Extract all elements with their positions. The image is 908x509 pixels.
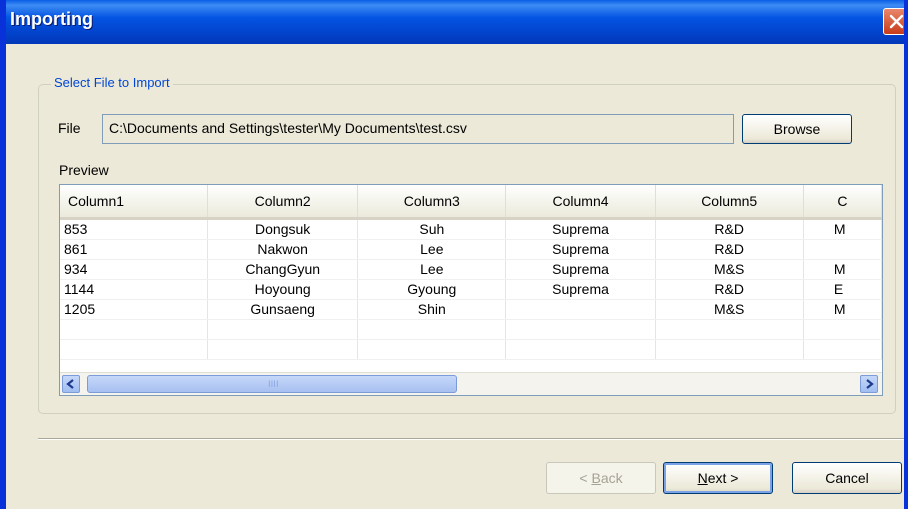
- window-title: Importing: [10, 9, 93, 29]
- table-cell: [505, 299, 656, 320]
- preview-table: Column1 Column2 Column3 Column4 Column5 C 853…: [60, 185, 882, 360]
- table-cell: [60, 319, 209, 340]
- table-cell: E: [803, 279, 882, 300]
- table-cell: M&S: [655, 299, 804, 320]
- table-cell: M: [803, 299, 882, 320]
- next-accel: N: [697, 470, 708, 486]
- table-cell: Suprema: [505, 218, 656, 240]
- table-row[interactable]: [60, 339, 882, 360]
- next-rest: ext >: [707, 470, 739, 486]
- column-header[interactable]: Column1: [60, 185, 209, 220]
- table-cell: Gunsaeng: [207, 299, 359, 320]
- table-cell: [803, 239, 882, 260]
- table-cell: [655, 319, 804, 340]
- table-cell: Suprema: [505, 239, 656, 260]
- column-header[interactable]: C: [803, 185, 882, 220]
- table-cell: Nakwon: [207, 239, 359, 260]
- table-cell: [505, 339, 656, 360]
- table-cell: 934: [60, 259, 209, 280]
- file-path-field[interactable]: C:\Documents and Settings\tester\My Docu…: [102, 114, 734, 144]
- table-cell: [357, 319, 507, 340]
- table-cell: [207, 319, 359, 340]
- back-button[interactable]: < Back: [546, 462, 656, 494]
- table-cell: Suprema: [505, 279, 656, 300]
- cancel-button[interactable]: Cancel: [792, 462, 902, 494]
- next-button[interactable]: Next >: [663, 462, 773, 494]
- column-header[interactable]: Column2: [207, 185, 359, 220]
- back-prefix: <: [579, 470, 592, 486]
- table-cell: Gyoung: [357, 279, 507, 300]
- table-cell: Lee: [357, 259, 507, 280]
- table-cell: 1144: [60, 279, 209, 300]
- table-cell: 861: [60, 239, 209, 260]
- file-label: File: [58, 120, 81, 136]
- table-row[interactable]: 934 ChangGyun Lee Suprema M&S M: [60, 259, 882, 280]
- preview-grid[interactable]: Column1 Column2 Column3 Column4 Column5 C 853…: [59, 184, 883, 396]
- table-cell: 853: [60, 218, 209, 240]
- table-cell: [207, 339, 359, 360]
- table-cell: [803, 319, 882, 340]
- table-cell: R&D: [655, 279, 804, 300]
- table-cell: 1205: [60, 299, 209, 320]
- close-icon: [889, 14, 904, 29]
- table-cell: R&D: [655, 218, 804, 240]
- separator: [38, 438, 904, 440]
- table-cell: Shin: [357, 299, 507, 320]
- grip-icon: IIII: [268, 380, 279, 390]
- table-row[interactable]: 853 Dongsuk Suh Suprema R&D M: [60, 218, 882, 240]
- table-cell: [357, 339, 507, 360]
- table-cell: M: [803, 218, 882, 240]
- table-cell: Hoyoung: [207, 279, 359, 300]
- table-row[interactable]: 1205 Gunsaeng Shin M&S M: [60, 299, 882, 320]
- table-row[interactable]: 861 Nakwon Lee Suprema R&D: [60, 239, 882, 260]
- group-label: Select File to Import: [51, 75, 173, 90]
- horizontal-scrollbar[interactable]: IIII: [60, 372, 882, 395]
- arrow-left-icon: [66, 379, 74, 389]
- table-cell: [60, 339, 209, 360]
- table-cell: Suh: [357, 218, 507, 240]
- table-cell: Dongsuk: [207, 218, 359, 240]
- column-header[interactable]: Column5: [655, 185, 804, 220]
- table-cell: M&S: [655, 259, 804, 280]
- import-dialog: Importing Select File to Import File C:\…: [0, 0, 908, 509]
- table-cell: [803, 339, 882, 360]
- table-cell: M: [803, 259, 882, 280]
- table-cell: Suprema: [505, 259, 656, 280]
- back-rest: ack: [600, 470, 623, 486]
- column-header[interactable]: Column4: [505, 185, 656, 220]
- preview-label: Preview: [59, 162, 109, 178]
- close-button[interactable]: [883, 8, 904, 35]
- back-accel: B: [591, 470, 601, 486]
- table-cell: [505, 319, 656, 340]
- scroll-left-button[interactable]: [62, 375, 80, 393]
- table-row[interactable]: 1144 Hoyoung Gyoung Suprema R&D E: [60, 279, 882, 300]
- table-cell: [655, 339, 804, 360]
- column-header[interactable]: Column3: [357, 185, 507, 220]
- table-cell: ChangGyun: [207, 259, 359, 280]
- scroll-thumb[interactable]: IIII: [87, 375, 457, 393]
- scroll-right-button[interactable]: [860, 375, 878, 393]
- table-row[interactable]: [60, 319, 882, 340]
- title-bar[interactable]: Importing: [6, 0, 904, 44]
- browse-button[interactable]: Browse: [742, 114, 852, 144]
- table-cell: Lee: [357, 239, 507, 260]
- table-cell: R&D: [655, 239, 804, 260]
- arrow-right-icon: [866, 379, 874, 389]
